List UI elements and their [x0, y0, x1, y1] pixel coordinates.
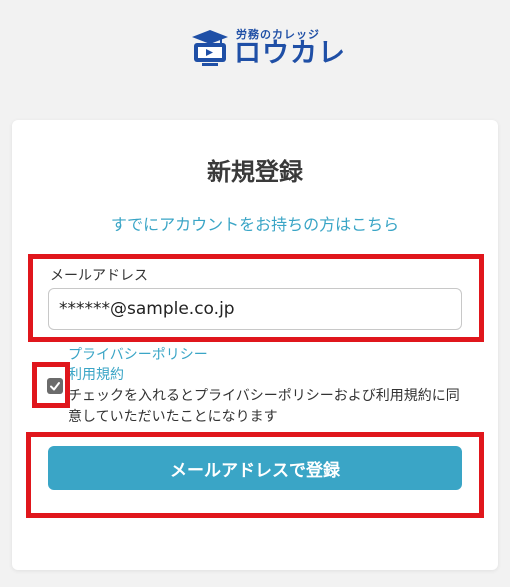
checkmark-icon: [50, 382, 60, 391]
signup-page: 労務のカレッジ ロウカレ 新規登録 すでにアカウントをお持ちの方はこちら メール…: [0, 0, 510, 587]
consent-checkbox[interactable]: [47, 378, 63, 394]
register-with-email-button[interactable]: メールアドレスで登録: [48, 446, 462, 490]
graduation-cap-monitor-icon: [192, 30, 228, 66]
email-label: メールアドレス: [50, 268, 148, 284]
login-link[interactable]: すでにアカウントをお持ちの方はこちら: [0, 212, 510, 238]
privacy-policy-link[interactable]: プライバシーポリシー: [68, 346, 208, 365]
terms-link[interactable]: 利用規約: [68, 366, 124, 385]
site-logo[interactable]: 労務のカレッジ ロウカレ: [190, 24, 345, 72]
page-title: 新規登録: [207, 158, 303, 186]
email-input[interactable]: [48, 288, 462, 330]
consent-text: チェックを入れるとプライバシーポリシーおよび利用規約に同意していただいたことにな…: [68, 388, 460, 425]
logo-wordmark: ロウカレ: [234, 38, 346, 69]
